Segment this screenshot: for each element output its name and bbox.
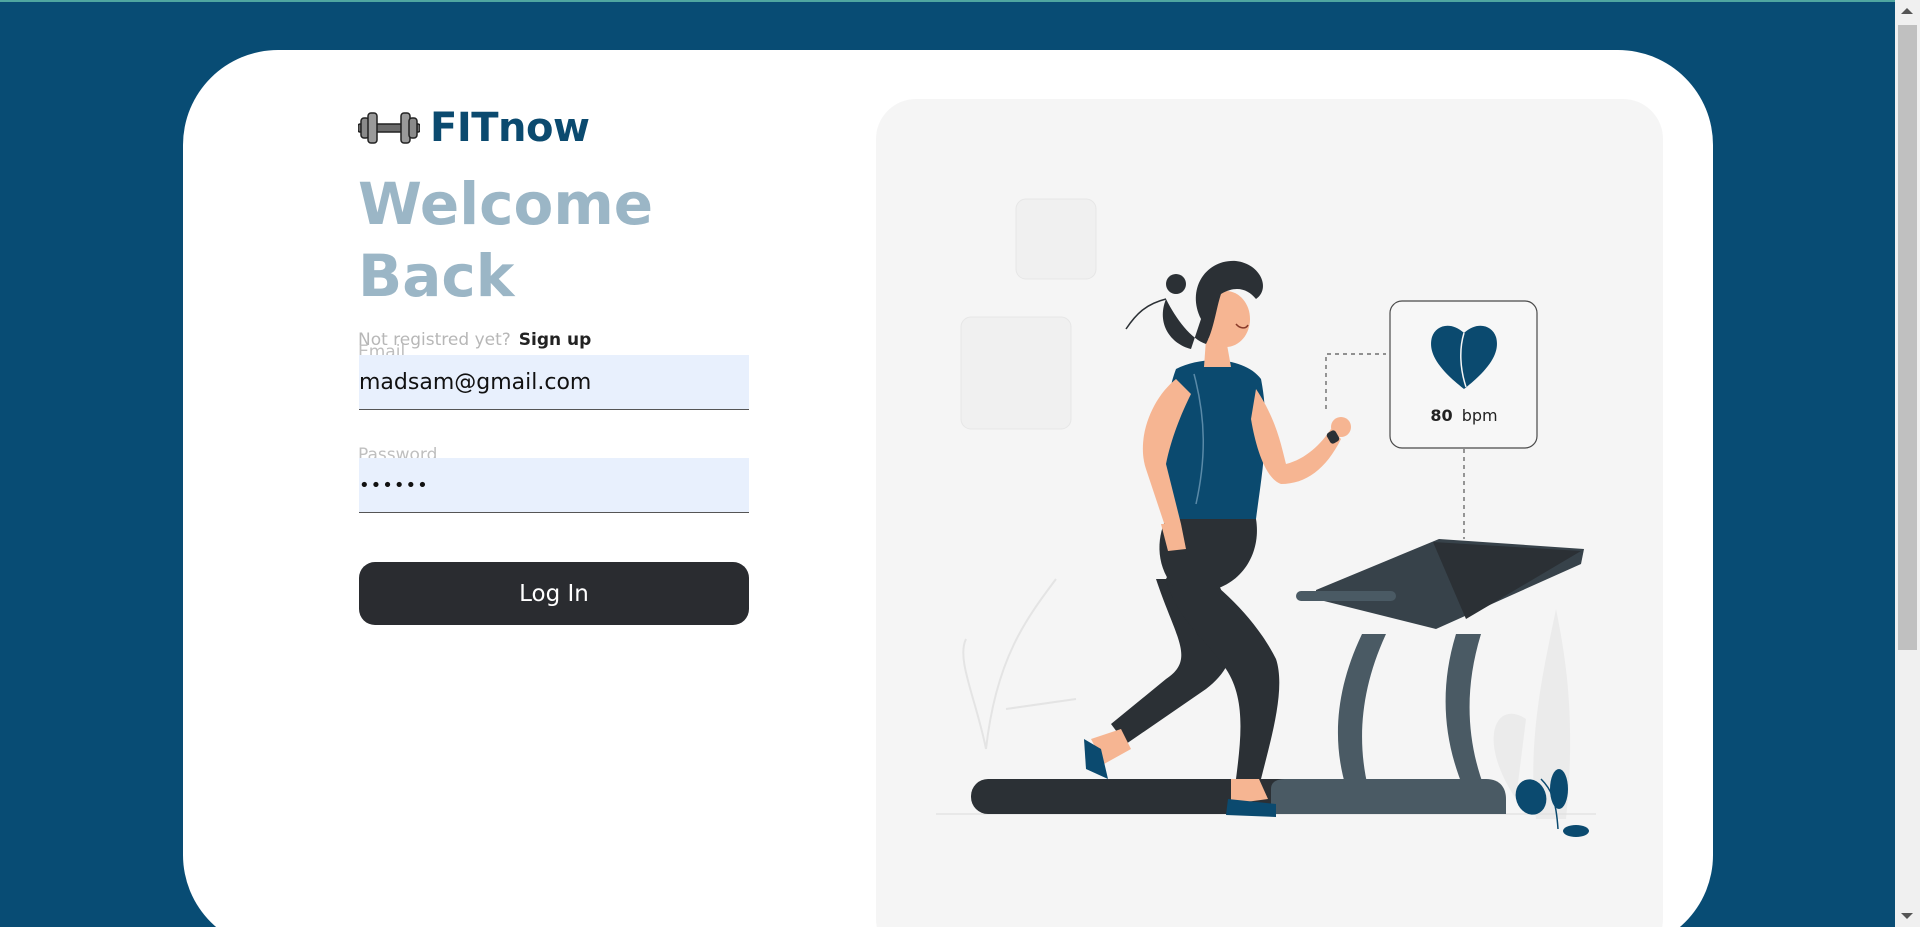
title-line-1: Welcome bbox=[358, 170, 654, 238]
scroll-up-icon[interactable] bbox=[1901, 8, 1913, 14]
brand: FITnow bbox=[358, 105, 590, 151]
scroll-thumb[interactable] bbox=[1898, 25, 1917, 650]
heart-rate-unit: bpm bbox=[1462, 406, 1498, 425]
email-field[interactable] bbox=[359, 355, 749, 410]
illustration-panel: 80 bpm bbox=[876, 99, 1663, 927]
brand-name: FITnow bbox=[430, 105, 590, 151]
signup-link[interactable]: Sign up bbox=[519, 330, 592, 350]
password-field[interactable] bbox=[359, 458, 749, 513]
page-scrollbar[interactable] bbox=[1895, 0, 1920, 927]
scroll-down-icon[interactable] bbox=[1901, 913, 1913, 919]
login-button[interactable]: Log In bbox=[359, 562, 749, 625]
login-card: FITnow Welcome Back Not registred yet? S… bbox=[183, 50, 1713, 927]
title-line-2: Back bbox=[358, 242, 515, 310]
treadmill-illustration: 80 bpm bbox=[936, 198, 1596, 837]
window-top-edge bbox=[0, 0, 1920, 2]
heart-rate-value: 80 bbox=[1430, 406, 1452, 425]
dumbbell-icon bbox=[358, 112, 420, 144]
heart-rate-readout: 80 bpm bbox=[1430, 406, 1497, 425]
page-title: Welcome Back bbox=[358, 168, 698, 312]
